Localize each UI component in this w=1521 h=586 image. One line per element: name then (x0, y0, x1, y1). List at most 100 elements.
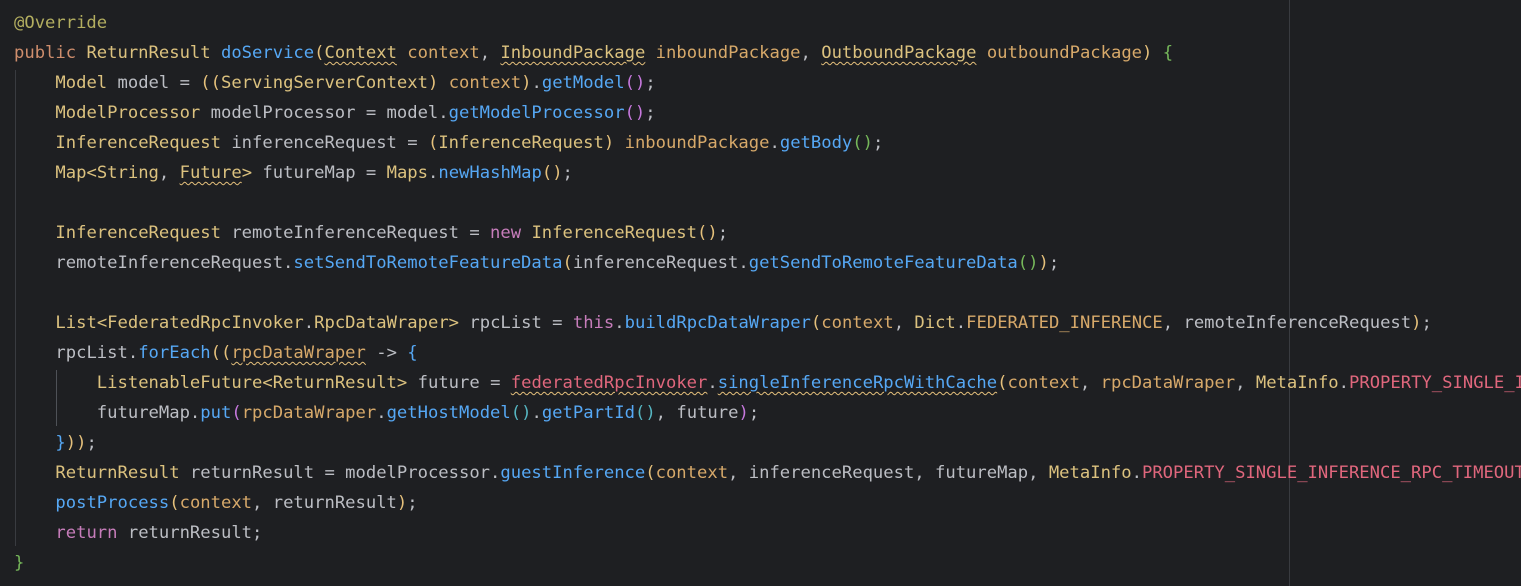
code-line[interactable]: futureMap.put(rpcDataWraper.getHostModel… (14, 398, 1521, 428)
code-token: Maps (386, 163, 428, 183)
code-token: > (241, 163, 253, 183)
code-token: inferenceRequest. (572, 253, 749, 273)
code-line[interactable] (14, 188, 1521, 218)
code-token: OutboundPackage (821, 43, 977, 63)
code-token: @Override (14, 13, 108, 33)
code-token: FEDERATED_INFERENCE (966, 313, 1163, 333)
code-token: ) (427, 73, 439, 93)
code-token: ReturnResult (55, 463, 180, 483)
code-token: remoteInferenceRequest (1183, 313, 1412, 333)
code-token: , future (655, 403, 739, 423)
code-token: put (200, 403, 232, 423)
code-line[interactable]: Model model = ((ServingServerContext) co… (14, 68, 1521, 98)
code-line[interactable]: Map<String, Future> futureMap = Maps.new… (14, 158, 1521, 188)
code-line[interactable]: })); (14, 428, 1521, 458)
code-token: remoteInferenceRequest = (220, 223, 491, 243)
code-token: > (448, 313, 460, 333)
code-token: getModelProcessor (448, 103, 625, 123)
code-token: ServingServerContext (221, 73, 428, 93)
code-token: < (262, 373, 273, 393)
code-token: { (1162, 43, 1174, 63)
code-token: . (1338, 373, 1350, 393)
code-line[interactable]: public ReturnResult doService(Context co… (14, 38, 1521, 68)
code-token: remoteInferenceRequest. (55, 253, 294, 273)
code-token: . (769, 133, 780, 153)
code-token: . (428, 163, 439, 183)
code-token: forEach (138, 343, 211, 363)
code-token: < (86, 163, 97, 183)
code-token: ; (748, 403, 760, 423)
code-token: > (396, 373, 408, 393)
code-line[interactable]: ModelProcessor modelProcessor = model.ge… (14, 98, 1521, 128)
code-token: context (821, 313, 894, 333)
code-token: . (707, 373, 718, 393)
code-token: returnResult; (127, 523, 263, 543)
code-token: ( (645, 463, 656, 483)
code-line[interactable]: return returnResult; (14, 518, 1521, 548)
code-token: getHostModel (386, 403, 511, 423)
code-token: { (407, 343, 418, 363)
code-token: ; (1421, 313, 1432, 333)
code-line[interactable]: ReturnResult returnResult = modelProcess… (14, 458, 1521, 488)
code-token: ) (1038, 253, 1049, 273)
code-editor[interactable]: @Override public ReturnResult doService(C… (0, 0, 1521, 586)
code-token: ReturnResult (272, 373, 397, 393)
code-line[interactable] (14, 278, 1521, 308)
code-token: . (531, 73, 542, 93)
code-line[interactable]: @Override (14, 8, 1521, 38)
code-line[interactable]: ListenableFuture<ReturnResult> future = … (14, 368, 1521, 398)
code-token: future = (407, 373, 511, 393)
code-token: this (572, 313, 615, 333)
code-area[interactable]: @Override public ReturnResult doService(C… (14, 8, 1521, 578)
code-token: getBody (779, 133, 853, 153)
code-token: Dict (914, 313, 956, 333)
code-token: ) (396, 493, 408, 513)
code-token: , (1079, 373, 1101, 393)
code-token: , returnResult (252, 493, 397, 513)
code-line[interactable]: List<FederatedRpcInvoker.RpcDataWraper> … (14, 308, 1521, 338)
code-token: returnResult = modelProcessor. (179, 463, 501, 483)
code-token: rpcDataWraper (1100, 373, 1236, 393)
code-token: ListenableFuture (96, 373, 263, 393)
code-token: FederatedRpcInvoker (107, 313, 304, 333)
code-token: ( (997, 373, 1008, 393)
code-token: ( (427, 133, 439, 153)
code-token: rpcList = (459, 313, 573, 333)
code-token: modelProcessor = model. (200, 103, 449, 123)
code-line[interactable]: postProcess(context, returnResult); (14, 488, 1521, 518)
code-token: buildRpcDataWraper (624, 313, 811, 333)
code-line[interactable]: InferenceRequest inferenceRequest = (Inf… (14, 128, 1521, 158)
code-line[interactable]: rpcList.forEach((rpcDataWraper -> { (14, 338, 1521, 368)
code-token: ; (872, 133, 884, 153)
code-line[interactable]: remoteInferenceRequest.setSendToRemoteFe… (14, 248, 1521, 278)
code-token: public (14, 43, 87, 63)
code-token: model = (107, 73, 201, 93)
code-line[interactable]: InferenceRequest remoteInferenceRequest … (14, 218, 1521, 248)
code-token: () (510, 403, 532, 423)
code-token: ) (738, 403, 749, 423)
code-token: getSendToRemoteFeatureData (748, 253, 1018, 273)
code-token: ; (86, 433, 97, 453)
code-token: , (1235, 373, 1256, 393)
code-token: ; (1048, 253, 1060, 273)
code-token: inferenceRequest = (220, 133, 428, 153)
code-token: MetaInfo (1048, 463, 1132, 483)
code-token: -> (365, 343, 408, 363)
code-token: Model (55, 73, 108, 93)
code-token: . (1131, 463, 1142, 483)
code-token: ( (562, 253, 573, 273)
code-token: singleInferenceRpcWithCache (717, 373, 998, 393)
code-token: ( (810, 313, 822, 333)
code-line[interactable]: } (14, 548, 1521, 578)
code-token: newHashMap (438, 163, 542, 183)
code-token: ; (717, 223, 729, 243)
code-token: List (55, 313, 97, 333)
